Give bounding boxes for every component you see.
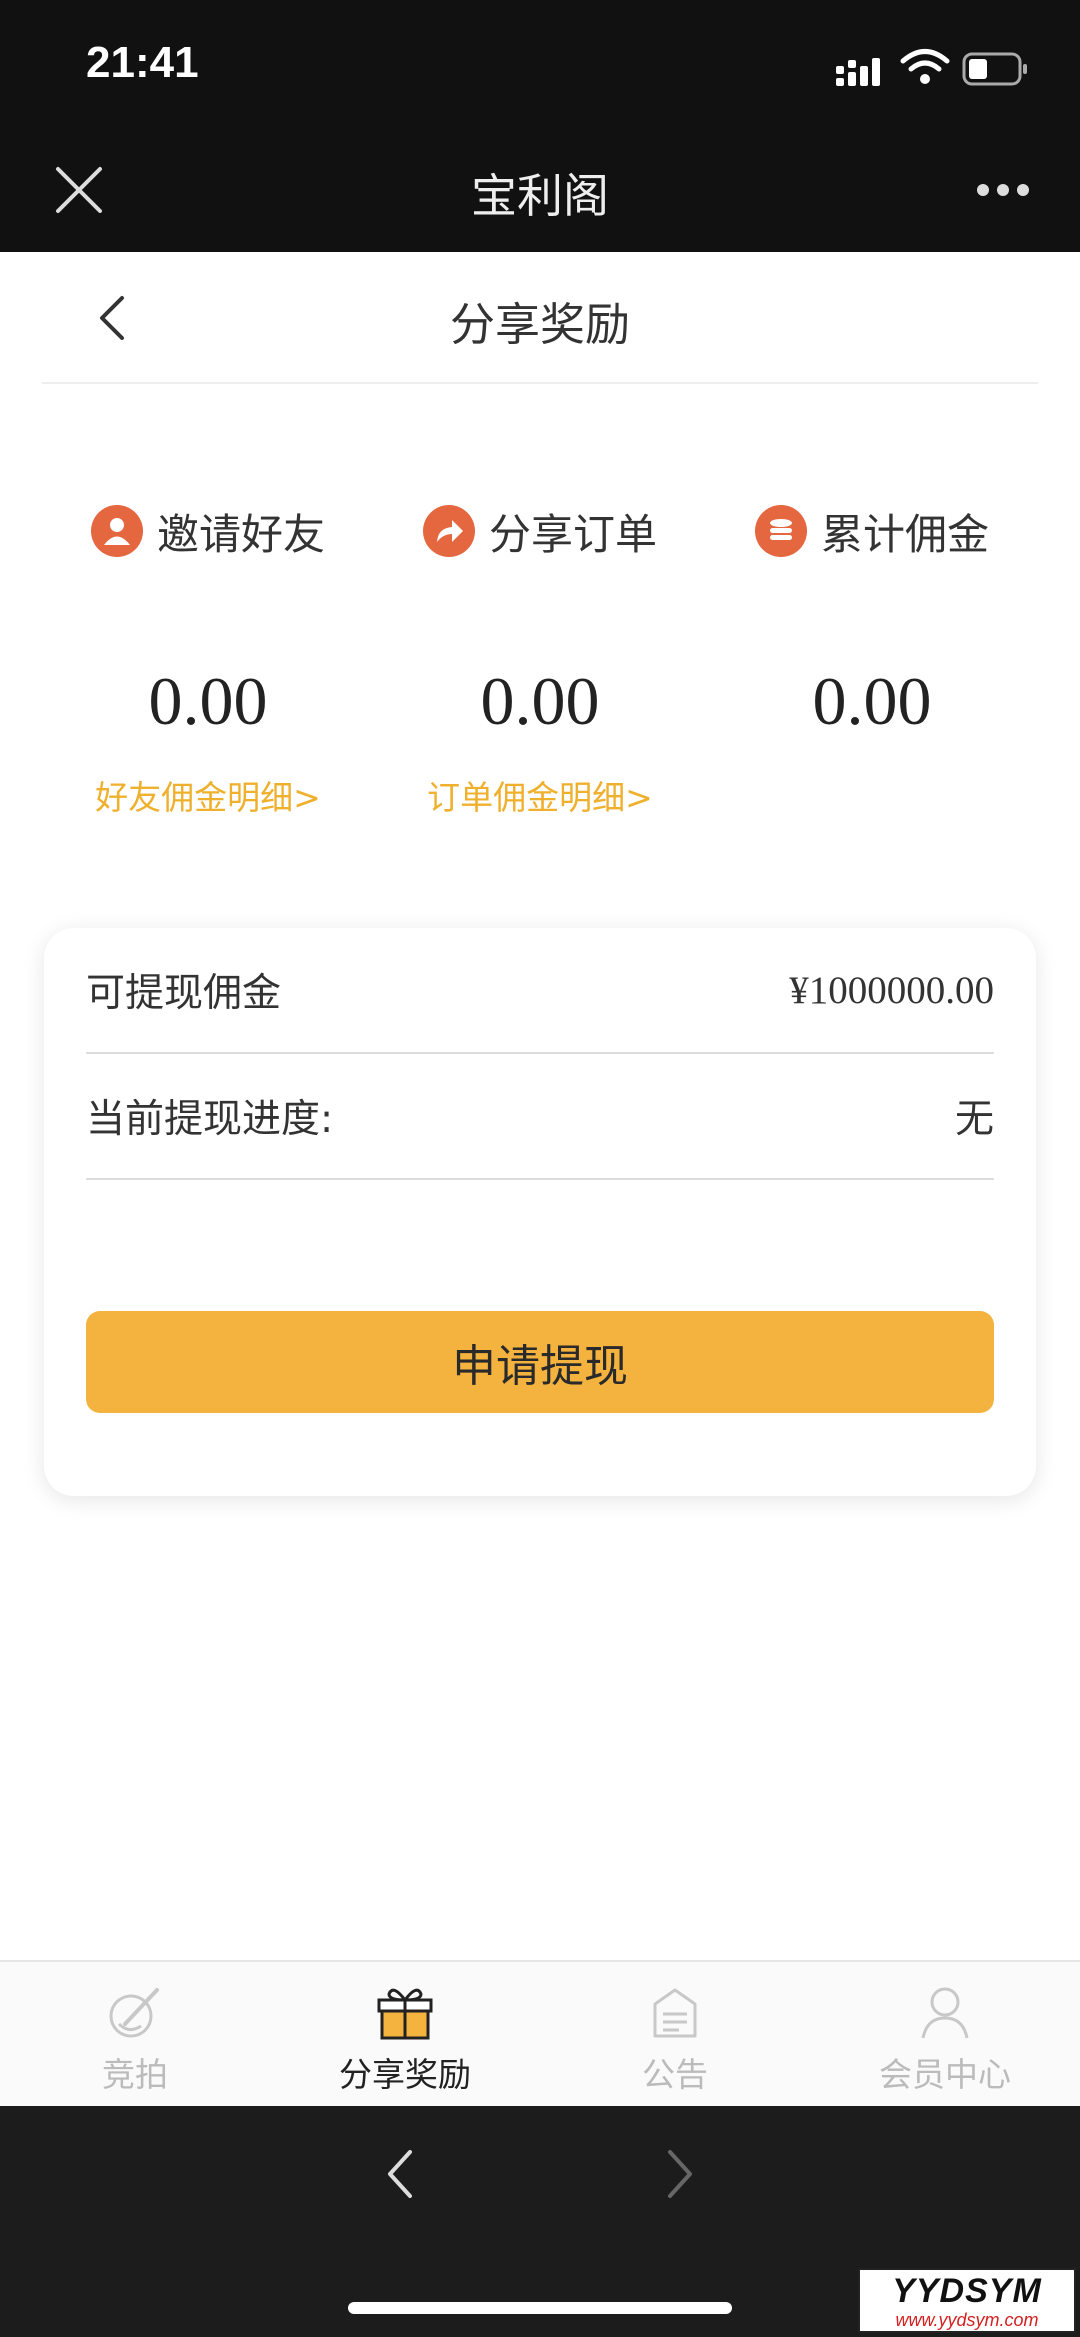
battery-icon — [962, 52, 1027, 86]
stat-share-orders: 分享订单 0.00 订单佣金明细> — [374, 500, 706, 817]
stat-label: 邀请好友 — [156, 509, 325, 559]
header-divider — [42, 382, 1038, 384]
user-icon — [921, 1987, 969, 2039]
bottom-nav: 竞拍 分享奖励 公告 会员中心 — [0, 1962, 1080, 2106]
notice-icon — [653, 1988, 697, 2038]
stat-link-empty — [706, 771, 1038, 815]
order-commission-detail-link[interactable]: 订单佣金明细> — [374, 771, 706, 817]
watermark-main-text: YYDSYM — [892, 2272, 1042, 2310]
more-options-icon[interactable] — [975, 182, 1031, 198]
nav-item-member-center[interactable]: 会员中心 — [810, 1962, 1080, 2106]
stat-value: 0.00 — [812, 663, 932, 739]
nav-label: 会员中心 — [879, 2055, 1011, 2094]
nav-item-auction[interactable]: 竞拍 — [0, 1962, 270, 2106]
nav-label: 分享奖励 — [339, 2055, 471, 2094]
available-commission-row: 可提现佣金 ¥1000000.00 — [86, 928, 994, 1054]
nav-label: 公告 — [642, 2055, 708, 2094]
wechat-title: 宝利阁 — [471, 169, 609, 223]
watermark-logo: YYDSYM www.yydsym.com — [858, 2268, 1076, 2333]
withdraw-progress-row: 当前提现进度: 无 — [86, 1054, 994, 1180]
browser-forward-icon[interactable] — [662, 2146, 698, 2202]
apply-withdraw-button[interactable]: 申请提现 — [86, 1311, 994, 1413]
stat-invite-friends: 邀请好友 0.00 好友佣金明细> — [42, 500, 374, 817]
stat-value: 0.00 — [480, 663, 600, 739]
home-indicator — [348, 2302, 732, 2314]
stat-label: 分享订单 — [488, 509, 657, 559]
available-commission-value: ¥1000000.00 — [789, 968, 994, 1012]
status-time: 21:41 — [86, 38, 199, 87]
stat-value: 0.00 — [148, 663, 268, 739]
nav-label: 竞拍 — [102, 2055, 168, 2094]
available-commission-label: 可提现佣金 — [86, 971, 282, 1016]
nav-item-share-reward[interactable]: 分享奖励 — [270, 1962, 540, 2106]
friend-commission-detail-link[interactable]: 好友佣金明细> — [42, 771, 374, 817]
stat-total-commission: 累计佣金 0.00 — [706, 500, 1038, 815]
share-order-icon — [422, 505, 475, 557]
nav-item-notice[interactable]: 公告 — [540, 1962, 810, 2106]
stat-label: 累计佣金 — [820, 509, 989, 559]
invite-friends-icon — [90, 505, 143, 557]
withdraw-progress-value: 无 — [954, 1097, 994, 1142]
browser-back-icon[interactable] — [382, 2146, 418, 2202]
withdraw-progress-label: 当前提现进度: — [86, 1097, 334, 1142]
withdraw-card: 可提现佣金 ¥1000000.00 当前提现进度: 无 申请提现 — [44, 928, 1036, 1496]
coins-icon — [754, 505, 807, 557]
cellular-signal-icon — [836, 58, 880, 86]
wifi-icon — [900, 49, 950, 84]
watermark-sub-text: www.yydsym.com — [895, 2310, 1039, 2330]
auction-icon — [109, 1988, 159, 2038]
back-arrow-icon[interactable] — [92, 292, 132, 344]
gift-icon — [377, 1988, 433, 2040]
close-icon[interactable] — [54, 165, 104, 215]
page-title: 分享奖励 — [449, 298, 630, 351]
